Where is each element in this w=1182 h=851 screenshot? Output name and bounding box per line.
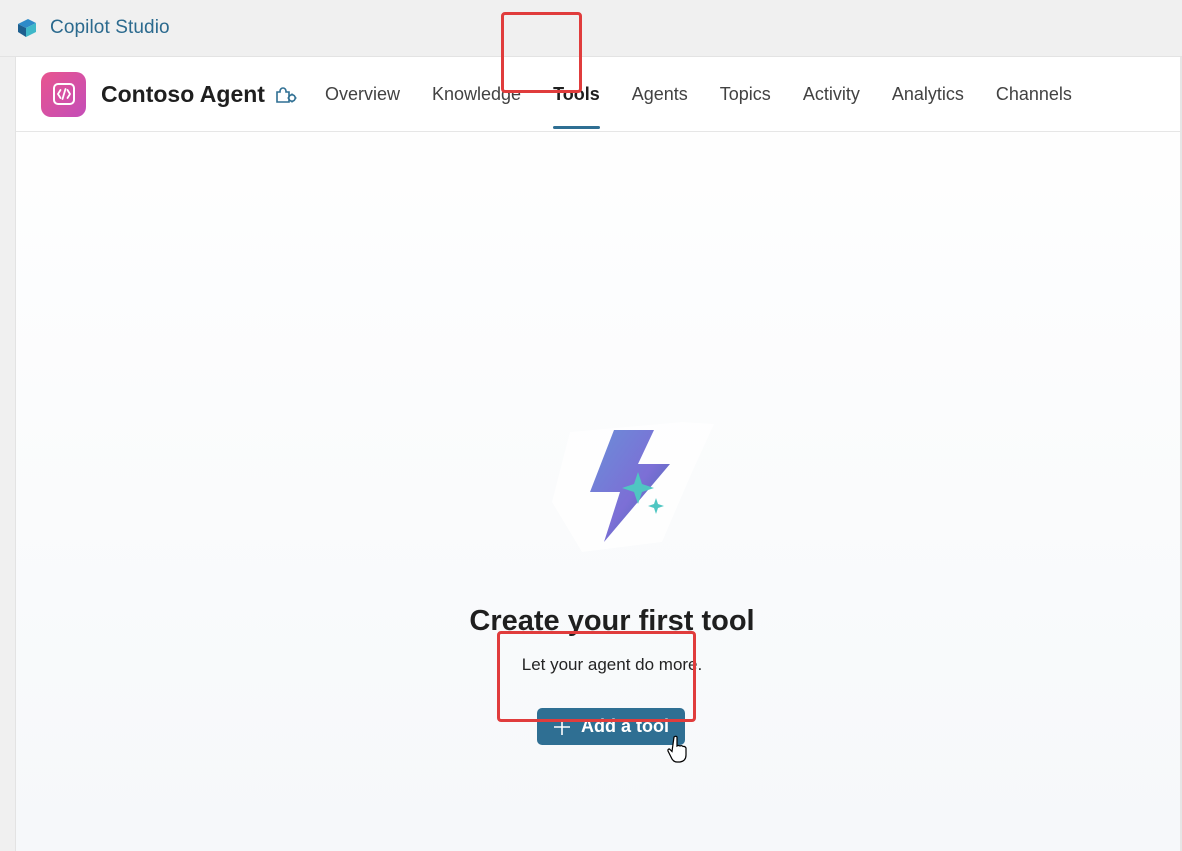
app-bar: Copilot Studio <box>0 0 1182 57</box>
agent-name: Contoso Agent <box>101 80 265 107</box>
tab-topics[interactable]: Topics <box>704 57 787 132</box>
lightning-sparkle-icon <box>552 422 714 552</box>
agent-settings-icon[interactable] <box>275 82 299 106</box>
tab-analytics[interactable]: Analytics <box>876 57 980 132</box>
empty-state-title: Create your first tool <box>469 605 755 637</box>
main-area: Contoso Agent Overview Knowledge Tools A… <box>16 57 1180 851</box>
tab-overview[interactable]: Overview <box>309 57 416 132</box>
add-tool-label: Add a tool <box>581 716 669 736</box>
tab-activity[interactable]: Activity <box>787 57 876 132</box>
agent-header: Contoso Agent Overview Knowledge Tools A… <box>16 57 1180 132</box>
copilot-studio-logo-icon[interactable] <box>14 15 40 41</box>
agent-tabs: Overview Knowledge Tools Agents Topics A… <box>309 57 1088 132</box>
add-tool-button[interactable]: Add a tool <box>537 708 685 745</box>
app-title[interactable]: Copilot Studio <box>50 17 170 39</box>
hand-cursor-icon <box>667 735 687 763</box>
plus-icon <box>553 718 571 736</box>
code-brackets-icon <box>52 83 75 105</box>
tab-tools[interactable]: Tools <box>537 57 616 132</box>
left-nav-strip <box>0 57 16 851</box>
tab-channels[interactable]: Channels <box>980 57 1088 132</box>
agent-avatar <box>41 71 86 117</box>
empty-state-subtitle: Let your agent do more. <box>521 655 703 674</box>
tab-agents[interactable]: Agents <box>616 57 704 132</box>
tab-knowledge[interactable]: Knowledge <box>416 57 537 132</box>
